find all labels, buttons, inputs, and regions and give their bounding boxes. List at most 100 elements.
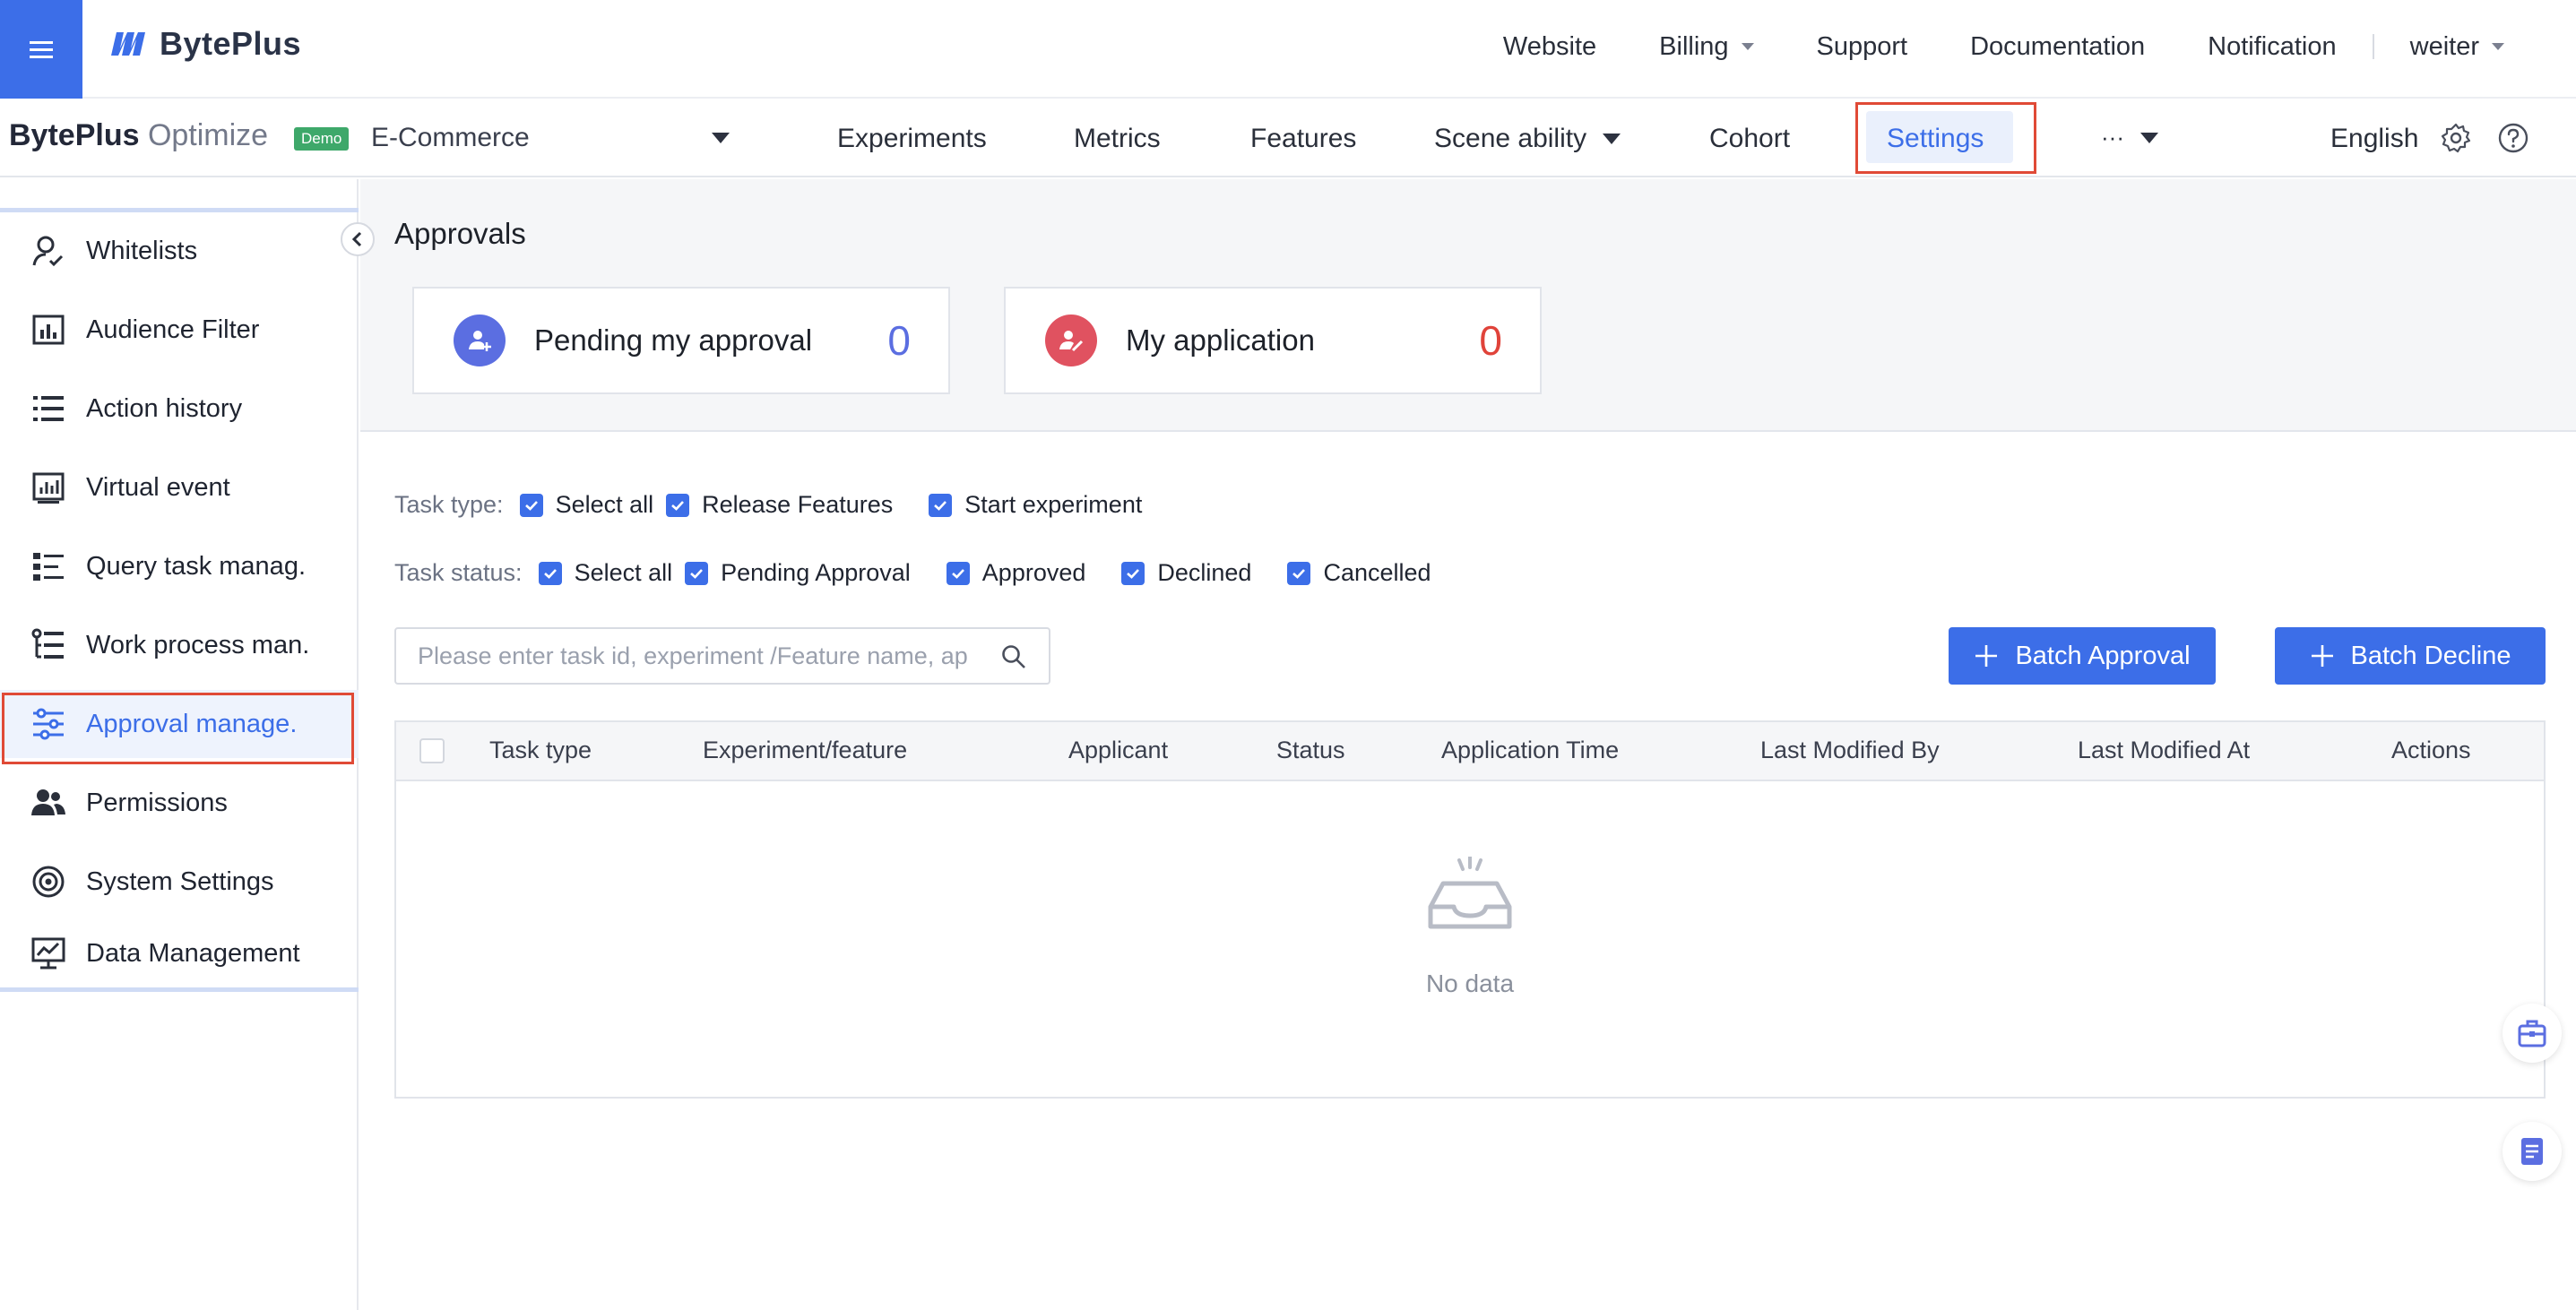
checkbox-release-features[interactable]: Release Features (666, 491, 893, 519)
sidebar-item-system-settings[interactable]: System Settings (0, 848, 359, 916)
checkbox-cancelled[interactable]: Cancelled (1287, 559, 1431, 587)
sidebar-item-label: Query task manag. (86, 551, 306, 581)
checkbox-start-experiment[interactable]: Start experiment (929, 491, 1142, 519)
user-edit-icon (1045, 315, 1097, 366)
tab-scene-ability[interactable]: Scene ability (1434, 124, 1621, 154)
user-menu[interactable]: weiter (2410, 32, 2504, 62)
toolbox-icon (2518, 1020, 2546, 1047)
empty-state: No data (396, 857, 2544, 998)
collapse-sidebar-button[interactable] (341, 222, 375, 256)
document-float-button[interactable] (2503, 1122, 2562, 1181)
task-type-filter: Task type: Select all Release Features S… (394, 491, 1178, 519)
brand-logo[interactable]: BytePlus (109, 23, 301, 65)
checkbox-declined[interactable]: Declined (1121, 559, 1251, 587)
chevron-down-icon (2139, 132, 2158, 143)
checkbox-checked-icon (929, 493, 953, 517)
chevron-down-icon (1741, 43, 1754, 50)
filter-label: Task status: (394, 559, 523, 586)
language-switcher[interactable]: English (2330, 124, 2418, 154)
sidebar-item-label: Permissions (86, 788, 228, 817)
column-header[interactable]: Experiment/feature (703, 737, 907, 764)
help-icon[interactable] (2497, 122, 2529, 154)
task-list-icon (33, 553, 64, 581)
sidebar-item-query-task[interactable]: Query task manag. (0, 532, 359, 600)
checkbox-checked-icon (1287, 561, 1311, 585)
toolbox-float-button[interactable] (2503, 1004, 2562, 1063)
checkbox-pending-approval[interactable]: Pending Approval (685, 559, 911, 587)
sidebar-item-label: Virtual event (86, 472, 230, 502)
top-bar: BytePlus Website Billing Support Documen… (0, 0, 2576, 99)
approvals-table: Task type Experiment/feature Applicant S… (394, 720, 2546, 1099)
checkbox-checked-icon (1121, 561, 1145, 585)
hamburger-icon (30, 41, 53, 58)
process-list-icon (31, 628, 64, 659)
nav-documentation[interactable]: Documentation (1970, 32, 2145, 62)
sidebar-item-action-history[interactable]: Action history (0, 375, 359, 443)
my-application-card[interactable]: My application 0 (1004, 287, 1542, 394)
main-content: Approvals Pending my approval 0 My appli… (360, 179, 2576, 1310)
empty-inbox-icon (1428, 857, 1512, 929)
column-header[interactable]: Status (1276, 737, 1345, 764)
checkbox-checked-icon (946, 561, 970, 585)
sidebar-item-permissions[interactable]: Permissions (0, 769, 359, 837)
select-all-rows-checkbox[interactable] (419, 738, 445, 763)
nav-billing[interactable]: Billing (1659, 32, 1754, 62)
column-header[interactable]: Last Modified At (2078, 737, 2250, 764)
pending-count: 0 (887, 317, 911, 364)
checkbox-approved[interactable]: Approved (946, 559, 1085, 587)
chart-box-icon (32, 472, 65, 504)
column-header[interactable]: Task type (489, 737, 592, 764)
checkbox-checked-icon (666, 493, 690, 517)
checkbox-checked-icon (519, 493, 543, 517)
empty-text: No data (1425, 970, 1515, 997)
card-label: My application (1126, 323, 1315, 357)
hamburger-menu-button[interactable] (0, 0, 82, 99)
bar-chart-box-icon (32, 315, 65, 345)
tab-metrics[interactable]: Metrics (1074, 124, 1161, 154)
table-header: Task type Experiment/feature Applicant S… (396, 722, 2544, 781)
tab-features[interactable]: Features (1250, 124, 1356, 154)
column-header[interactable]: Applicant (1068, 737, 1168, 764)
sidebar-bottom-divider (0, 987, 359, 992)
document-icon (2521, 1138, 2543, 1165)
chevron-left-icon (351, 231, 362, 247)
column-header[interactable]: Application Time (1441, 737, 1619, 764)
checkbox-task-type-select-all[interactable]: Select all (519, 491, 653, 519)
sidebar-top-divider (0, 208, 359, 212)
user-check-icon (32, 236, 64, 267)
task-status-filter: Task status: Select all Pending Approval… (394, 559, 1467, 587)
tab-settings[interactable]: Settings (1887, 124, 1984, 154)
sidebar-item-data-management[interactable]: Data Management (0, 919, 359, 987)
user-add-icon (454, 315, 506, 366)
nav-website[interactable]: Website (1503, 32, 1596, 62)
sidebar-item-whitelists[interactable]: Whitelists (0, 217, 359, 285)
sidebar-item-label: System Settings (86, 866, 274, 896)
pending-approval-card[interactable]: Pending my approval 0 (412, 287, 950, 394)
gear-icon[interactable] (2440, 122, 2472, 154)
monitor-chart-icon (31, 937, 65, 970)
chevron-down-icon (1603, 134, 1621, 144)
task-search (394, 627, 1050, 685)
search-input[interactable] (418, 642, 991, 670)
product-name: BytePlus Optimize (9, 118, 269, 152)
tab-cohort[interactable]: Cohort (1709, 124, 1790, 154)
batch-decline-button[interactable]: Batch Decline (2275, 627, 2546, 685)
nav-support[interactable]: Support (1817, 32, 1908, 62)
sidebar-item-virtual-event[interactable]: Virtual event (0, 453, 359, 521)
active-item-highlight (2, 693, 354, 764)
tab-more[interactable]: ··· (2101, 124, 2158, 151)
list-icon (33, 396, 64, 421)
column-header[interactable]: Last Modified By (1760, 737, 1940, 764)
project-select[interactable]: E-Commerce (371, 118, 730, 158)
plus-icon (1975, 645, 1998, 667)
checkbox-status-select-all[interactable]: Select all (538, 559, 672, 587)
nav-notification[interactable]: Notification (2208, 32, 2336, 62)
sidebar-item-work-process[interactable]: Work process man. (0, 611, 359, 679)
tab-experiments[interactable]: Experiments (837, 124, 987, 154)
sidebar-item-audience-filter[interactable]: Audience Filter (0, 296, 359, 364)
batch-approval-button[interactable]: Batch Approval (1949, 627, 2216, 685)
search-icon[interactable] (1000, 643, 1027, 670)
sidebar-item-label: Action history (86, 393, 243, 423)
column-header: Actions (2391, 737, 2471, 763)
checkbox-checked-icon (538, 561, 562, 585)
